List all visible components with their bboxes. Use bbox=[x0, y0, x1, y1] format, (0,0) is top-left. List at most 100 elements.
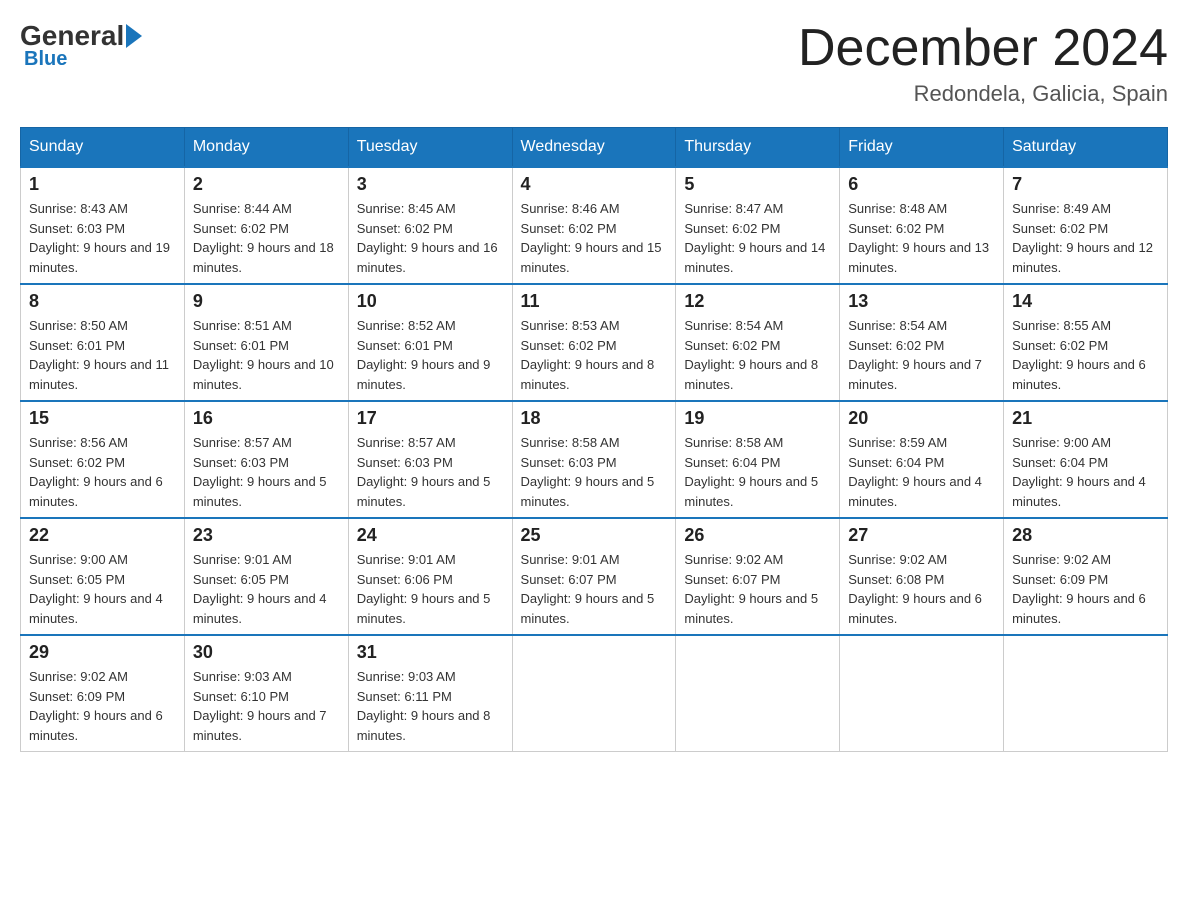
logo: General Blue bbox=[20, 20, 144, 71]
day-number: 3 bbox=[357, 174, 504, 195]
calendar-header-wednesday: Wednesday bbox=[512, 128, 676, 168]
calendar-cell: 22 Sunrise: 9:00 AM Sunset: 6:05 PM Dayl… bbox=[21, 518, 185, 635]
day-number: 28 bbox=[1012, 525, 1159, 546]
day-number: 8 bbox=[29, 291, 176, 312]
day-number: 12 bbox=[684, 291, 831, 312]
day-info: Sunrise: 9:02 AM Sunset: 6:08 PM Dayligh… bbox=[848, 550, 995, 628]
day-number: 11 bbox=[521, 291, 668, 312]
calendar-cell: 9 Sunrise: 8:51 AM Sunset: 6:01 PM Dayli… bbox=[184, 284, 348, 401]
calendar-cell: 23 Sunrise: 9:01 AM Sunset: 6:05 PM Dayl… bbox=[184, 518, 348, 635]
calendar-header-saturday: Saturday bbox=[1004, 128, 1168, 168]
calendar-cell: 25 Sunrise: 9:01 AM Sunset: 6:07 PM Dayl… bbox=[512, 518, 676, 635]
day-info: Sunrise: 8:54 AM Sunset: 6:02 PM Dayligh… bbox=[684, 316, 831, 394]
calendar-cell: 18 Sunrise: 8:58 AM Sunset: 6:03 PM Dayl… bbox=[512, 401, 676, 518]
day-info: Sunrise: 8:45 AM Sunset: 6:02 PM Dayligh… bbox=[357, 199, 504, 277]
day-number: 31 bbox=[357, 642, 504, 663]
day-info: Sunrise: 9:01 AM Sunset: 6:07 PM Dayligh… bbox=[521, 550, 668, 628]
day-number: 16 bbox=[193, 408, 340, 429]
calendar-week-row-1: 1 Sunrise: 8:43 AM Sunset: 6:03 PM Dayli… bbox=[21, 167, 1168, 284]
day-info: Sunrise: 8:44 AM Sunset: 6:02 PM Dayligh… bbox=[193, 199, 340, 277]
calendar-week-row-2: 8 Sunrise: 8:50 AM Sunset: 6:01 PM Dayli… bbox=[21, 284, 1168, 401]
calendar-cell: 15 Sunrise: 8:56 AM Sunset: 6:02 PM Dayl… bbox=[21, 401, 185, 518]
calendar-cell: 28 Sunrise: 9:02 AM Sunset: 6:09 PM Dayl… bbox=[1004, 518, 1168, 635]
day-info: Sunrise: 8:46 AM Sunset: 6:02 PM Dayligh… bbox=[521, 199, 668, 277]
day-number: 17 bbox=[357, 408, 504, 429]
page-subtitle: Redondela, Galicia, Spain bbox=[798, 81, 1168, 107]
calendar-cell: 12 Sunrise: 8:54 AM Sunset: 6:02 PM Dayl… bbox=[676, 284, 840, 401]
calendar-cell: 21 Sunrise: 9:00 AM Sunset: 6:04 PM Dayl… bbox=[1004, 401, 1168, 518]
day-number: 21 bbox=[1012, 408, 1159, 429]
day-number: 5 bbox=[684, 174, 831, 195]
day-number: 26 bbox=[684, 525, 831, 546]
calendar-cell: 8 Sunrise: 8:50 AM Sunset: 6:01 PM Dayli… bbox=[21, 284, 185, 401]
calendar-cell: 24 Sunrise: 9:01 AM Sunset: 6:06 PM Dayl… bbox=[348, 518, 512, 635]
calendar-cell bbox=[1004, 635, 1168, 752]
day-info: Sunrise: 8:55 AM Sunset: 6:02 PM Dayligh… bbox=[1012, 316, 1159, 394]
calendar-header-friday: Friday bbox=[840, 128, 1004, 168]
day-info: Sunrise: 8:47 AM Sunset: 6:02 PM Dayligh… bbox=[684, 199, 831, 277]
day-info: Sunrise: 9:03 AM Sunset: 6:10 PM Dayligh… bbox=[193, 667, 340, 745]
calendar-header-thursday: Thursday bbox=[676, 128, 840, 168]
calendar-cell: 16 Sunrise: 8:57 AM Sunset: 6:03 PM Dayl… bbox=[184, 401, 348, 518]
day-info: Sunrise: 9:00 AM Sunset: 6:04 PM Dayligh… bbox=[1012, 433, 1159, 511]
day-info: Sunrise: 9:03 AM Sunset: 6:11 PM Dayligh… bbox=[357, 667, 504, 745]
calendar-header-tuesday: Tuesday bbox=[348, 128, 512, 168]
day-number: 4 bbox=[521, 174, 668, 195]
calendar-header-row: SundayMondayTuesdayWednesdayThursdayFrid… bbox=[21, 128, 1168, 168]
day-number: 2 bbox=[193, 174, 340, 195]
calendar-cell: 26 Sunrise: 9:02 AM Sunset: 6:07 PM Dayl… bbox=[676, 518, 840, 635]
calendar-cell: 19 Sunrise: 8:58 AM Sunset: 6:04 PM Dayl… bbox=[676, 401, 840, 518]
calendar-cell bbox=[512, 635, 676, 752]
day-info: Sunrise: 8:48 AM Sunset: 6:02 PM Dayligh… bbox=[848, 199, 995, 277]
day-info: Sunrise: 8:57 AM Sunset: 6:03 PM Dayligh… bbox=[193, 433, 340, 511]
calendar-cell: 29 Sunrise: 9:02 AM Sunset: 6:09 PM Dayl… bbox=[21, 635, 185, 752]
page-header: General Blue December 2024 Redondela, Ga… bbox=[20, 20, 1168, 107]
day-number: 15 bbox=[29, 408, 176, 429]
calendar-cell: 14 Sunrise: 8:55 AM Sunset: 6:02 PM Dayl… bbox=[1004, 284, 1168, 401]
title-block: December 2024 Redondela, Galicia, Spain bbox=[798, 20, 1168, 107]
day-number: 18 bbox=[521, 408, 668, 429]
day-info: Sunrise: 8:43 AM Sunset: 6:03 PM Dayligh… bbox=[29, 199, 176, 277]
day-info: Sunrise: 8:49 AM Sunset: 6:02 PM Dayligh… bbox=[1012, 199, 1159, 277]
day-info: Sunrise: 9:01 AM Sunset: 6:06 PM Dayligh… bbox=[357, 550, 504, 628]
calendar-cell: 20 Sunrise: 8:59 AM Sunset: 6:04 PM Dayl… bbox=[840, 401, 1004, 518]
day-number: 22 bbox=[29, 525, 176, 546]
calendar-cell: 17 Sunrise: 8:57 AM Sunset: 6:03 PM Dayl… bbox=[348, 401, 512, 518]
day-number: 14 bbox=[1012, 291, 1159, 312]
calendar-cell: 2 Sunrise: 8:44 AM Sunset: 6:02 PM Dayli… bbox=[184, 167, 348, 284]
calendar-table: SundayMondayTuesdayWednesdayThursdayFrid… bbox=[20, 127, 1168, 752]
day-number: 20 bbox=[848, 408, 995, 429]
calendar-cell: 11 Sunrise: 8:53 AM Sunset: 6:02 PM Dayl… bbox=[512, 284, 676, 401]
calendar-cell: 31 Sunrise: 9:03 AM Sunset: 6:11 PM Dayl… bbox=[348, 635, 512, 752]
calendar-cell: 5 Sunrise: 8:47 AM Sunset: 6:02 PM Dayli… bbox=[676, 167, 840, 284]
day-info: Sunrise: 9:02 AM Sunset: 6:09 PM Dayligh… bbox=[1012, 550, 1159, 628]
calendar-week-row-3: 15 Sunrise: 8:56 AM Sunset: 6:02 PM Dayl… bbox=[21, 401, 1168, 518]
calendar-cell: 10 Sunrise: 8:52 AM Sunset: 6:01 PM Dayl… bbox=[348, 284, 512, 401]
day-number: 13 bbox=[848, 291, 995, 312]
day-number: 19 bbox=[684, 408, 831, 429]
day-number: 27 bbox=[848, 525, 995, 546]
calendar-week-row-4: 22 Sunrise: 9:00 AM Sunset: 6:05 PM Dayl… bbox=[21, 518, 1168, 635]
day-info: Sunrise: 8:58 AM Sunset: 6:04 PM Dayligh… bbox=[684, 433, 831, 511]
logo-blue: Blue bbox=[24, 48, 144, 71]
day-info: Sunrise: 9:02 AM Sunset: 6:09 PM Dayligh… bbox=[29, 667, 176, 745]
day-number: 23 bbox=[193, 525, 340, 546]
calendar-cell bbox=[676, 635, 840, 752]
day-number: 1 bbox=[29, 174, 176, 195]
day-number: 9 bbox=[193, 291, 340, 312]
calendar-cell: 13 Sunrise: 8:54 AM Sunset: 6:02 PM Dayl… bbox=[840, 284, 1004, 401]
day-info: Sunrise: 8:56 AM Sunset: 6:02 PM Dayligh… bbox=[29, 433, 176, 511]
day-number: 25 bbox=[521, 525, 668, 546]
day-info: Sunrise: 8:57 AM Sunset: 6:03 PM Dayligh… bbox=[357, 433, 504, 511]
day-info: Sunrise: 9:02 AM Sunset: 6:07 PM Dayligh… bbox=[684, 550, 831, 628]
day-number: 10 bbox=[357, 291, 504, 312]
day-number: 7 bbox=[1012, 174, 1159, 195]
calendar-cell: 1 Sunrise: 8:43 AM Sunset: 6:03 PM Dayli… bbox=[21, 167, 185, 284]
calendar-cell: 4 Sunrise: 8:46 AM Sunset: 6:02 PM Dayli… bbox=[512, 167, 676, 284]
calendar-cell: 3 Sunrise: 8:45 AM Sunset: 6:02 PM Dayli… bbox=[348, 167, 512, 284]
calendar-week-row-5: 29 Sunrise: 9:02 AM Sunset: 6:09 PM Dayl… bbox=[21, 635, 1168, 752]
day-info: Sunrise: 8:59 AM Sunset: 6:04 PM Dayligh… bbox=[848, 433, 995, 511]
day-info: Sunrise: 8:51 AM Sunset: 6:01 PM Dayligh… bbox=[193, 316, 340, 394]
day-info: Sunrise: 9:00 AM Sunset: 6:05 PM Dayligh… bbox=[29, 550, 176, 628]
day-number: 24 bbox=[357, 525, 504, 546]
